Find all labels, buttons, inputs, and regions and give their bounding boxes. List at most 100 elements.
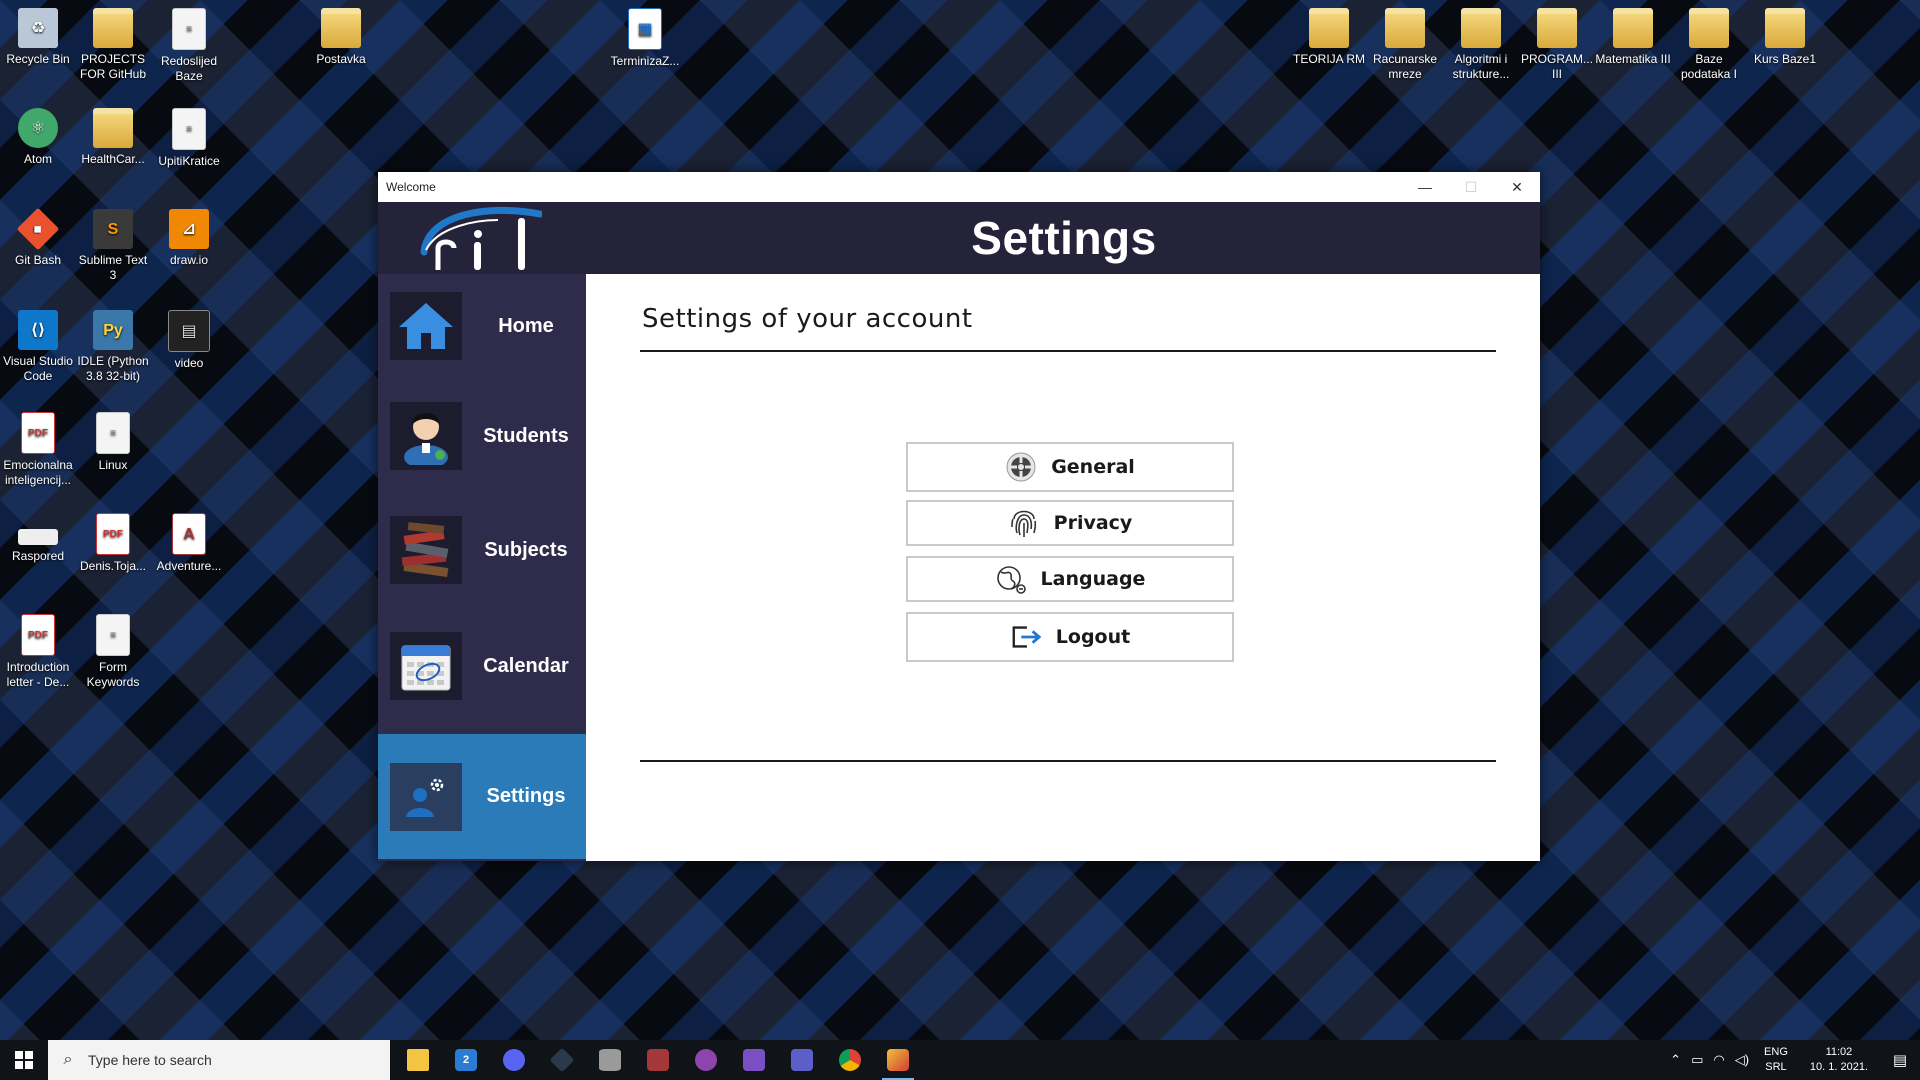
notification-icon[interactable]: ▤ xyxy=(1880,1051,1920,1069)
chevron-up-icon[interactable]: ⌃ xyxy=(1665,1052,1686,1068)
folder-icon xyxy=(321,8,361,48)
taskbar: ⌕ Type here to search 2 ⌃ ▭ ◠ ◁) ENG SRL… xyxy=(0,1040,1920,1080)
taskbar-search-input[interactable]: ⌕ Type here to search xyxy=(48,1040,390,1080)
battery-icon[interactable]: ▭ xyxy=(1686,1052,1708,1068)
close-button[interactable]: ✕ xyxy=(1494,172,1540,202)
desktop-icon-label: Linux xyxy=(98,458,128,472)
home-icon xyxy=(390,292,462,360)
desktop-icon-pdf-folder[interactable]: PROGRAM... III xyxy=(1519,8,1595,82)
desktop-icon-label: Raspored xyxy=(11,549,65,563)
desktop-icon-folder[interactable]: Matematika III xyxy=(1595,8,1671,67)
desktop-icon-folder[interactable]: PROJECTS FOR GitHub xyxy=(75,8,151,82)
desktop-icon-access[interactable]: A Adventure... xyxy=(151,513,227,574)
desktop-icon-zip-folder[interactable]: HealthCar... xyxy=(75,108,151,167)
clock-date: 10. 1. 2021. xyxy=(1809,1061,1868,1073)
desktop-icon-raspored[interactable]: Raspored xyxy=(0,513,76,564)
folder-icon xyxy=(93,8,133,48)
taskbar-app-discord[interactable] xyxy=(490,1040,538,1080)
desktop-icon-label: Introduction letter - De... xyxy=(6,660,70,689)
desktop-icon-label: Algoritmi i strukture... xyxy=(1452,52,1510,81)
atom-icon: ⚛ xyxy=(18,108,58,148)
sublime-text-icon: S xyxy=(93,209,133,249)
desktop-icon-idle[interactable]: Py IDLE (Python 3.8 32-bit) xyxy=(75,310,151,384)
sidebar-item-subjects[interactable]: Subjects xyxy=(378,510,586,590)
desktop-icon-label: Redoslijed Baze xyxy=(160,54,218,83)
desktop-icon-atom[interactable]: ⚛ Atom xyxy=(0,108,76,167)
desktop-icon-label: Emocionalna inteligencij... xyxy=(3,458,73,487)
sidebar-item-students[interactable]: Students xyxy=(378,396,586,476)
app-header: Settings xyxy=(378,202,1540,274)
taskbar-app-purple[interactable] xyxy=(682,1040,730,1080)
desktop-icon-drawio[interactable]: ⊿ draw.io xyxy=(151,209,227,268)
desktop-icon-sublime[interactable]: S Sublime Text 3 xyxy=(75,209,151,283)
pdf-icon: PDF xyxy=(21,614,55,656)
start-button[interactable] xyxy=(0,1040,48,1080)
windows-icon xyxy=(15,1051,33,1069)
desktop-icon-folder[interactable]: Racunarske mreze xyxy=(1367,8,1443,82)
sidebar-item-settings[interactable]: Settings xyxy=(378,734,586,859)
language-button[interactable]: Language xyxy=(906,556,1234,602)
desktop-icon-label: Matematika III xyxy=(1595,52,1671,66)
window-titlebar[interactable]: Welcome — ☐ ✕ xyxy=(378,172,1540,202)
desktop-icon-file[interactable]: ≡ UpitiKratice xyxy=(151,108,227,169)
window-title: Welcome xyxy=(386,180,436,194)
pdf-icon: PDF xyxy=(21,412,55,454)
general-button[interactable]: General xyxy=(906,442,1234,492)
language-indicator[interactable]: ENG SRL xyxy=(1754,1045,1798,1075)
privacy-button[interactable]: Privacy xyxy=(906,500,1234,546)
folder-icon xyxy=(1385,8,1425,48)
wifi-icon[interactable]: ◠ xyxy=(1708,1052,1729,1068)
logout-button-label: Logout xyxy=(1055,626,1131,648)
sidebar-item-home[interactable]: Home xyxy=(378,286,586,366)
desktop-icon-recycle-bin[interactable]: ♻ Recycle Bin xyxy=(0,8,76,67)
desktop-icon-label: Atom xyxy=(23,152,52,166)
desktop-icon-folder[interactable]: Algoritmi i strukture... xyxy=(1443,8,1519,82)
privacy-button-label: Privacy xyxy=(1053,512,1133,534)
logout-button[interactable]: Logout xyxy=(906,612,1234,662)
desktop-icon-label: Baze podataka I xyxy=(1680,52,1738,81)
app-window: Welcome — ☐ ✕ Settings Home Students Sub… xyxy=(378,172,1540,861)
desktop-icon-pdf[interactable]: PDF Denis.Toja... xyxy=(75,513,151,574)
desktop-icon-folder[interactable]: Kurs Baze1 xyxy=(1747,8,1823,67)
desktop-icon-folder[interactable]: TEORIJA RM xyxy=(1291,8,1367,67)
desktop-icon-pdf[interactable]: PDF Emocionalna inteligencij... xyxy=(0,412,76,488)
taskbar-app-teams[interactable] xyxy=(778,1040,826,1080)
desktop-icon-file[interactable]: ≡ Linux xyxy=(75,412,151,473)
document-icon: ≡ xyxy=(96,614,130,656)
desktop-icon-label: Postavka xyxy=(316,52,366,66)
folder-icon xyxy=(1461,8,1501,48)
discord-icon xyxy=(503,1049,525,1071)
desktop-icon-calendar-file[interactable]: ▦ TerminizaZ... xyxy=(607,8,683,69)
visual-studio-icon xyxy=(743,1049,765,1071)
taskbar-app-chrome[interactable] xyxy=(826,1040,874,1080)
taskbar-app-file-explorer[interactable] xyxy=(394,1040,442,1080)
desktop-icon-pdf[interactable]: PDF Introduction letter - De... xyxy=(0,614,76,690)
python-icon: Py xyxy=(93,310,133,350)
desktop-icon-label: IDLE (Python 3.8 32-bit) xyxy=(77,354,149,383)
document-icon: ≡ xyxy=(96,412,130,454)
desktop-icon-file[interactable]: ≡ Redoslijed Baze xyxy=(151,8,227,84)
desktop-icon-label: Denis.Toja... xyxy=(79,559,147,573)
desktop-icon-folder[interactable]: Postavka xyxy=(303,8,379,67)
taskbar-app-database[interactable] xyxy=(586,1040,634,1080)
access-icon: A xyxy=(172,513,206,555)
minimize-button[interactable]: — xyxy=(1402,172,1448,202)
desktop-icon-video[interactable]: ▤ video xyxy=(151,310,227,371)
clock[interactable]: 11:02 10. 1. 2021. xyxy=(1798,1045,1880,1075)
keyboard-layout: SRL xyxy=(1765,1061,1787,1073)
sidebar-item-calendar[interactable]: Calendar xyxy=(378,626,586,706)
sidebar-item-label: Calendar xyxy=(483,654,569,677)
taskbar-app-visual-studio[interactable] xyxy=(730,1040,778,1080)
taskbar-app-sourcetree[interactable] xyxy=(538,1040,586,1080)
taskbar-app-mail[interactable]: 2 xyxy=(442,1040,490,1080)
taskbar-app-access[interactable] xyxy=(634,1040,682,1080)
desktop-icon-git-bash[interactable]: ◆ Git Bash xyxy=(0,207,76,268)
desktop-icon-folder[interactable]: Baze podataka I xyxy=(1671,8,1747,82)
taskbar-app-winforms[interactable] xyxy=(874,1040,922,1080)
language-icon xyxy=(995,563,1027,595)
student-icon xyxy=(390,402,462,470)
desktop-icon-file[interactable]: ≡ Form Keywords xyxy=(75,614,151,690)
volume-icon[interactable]: ◁) xyxy=(1730,1052,1754,1068)
desktop-icon-vscode[interactable]: ⟨⟩ Visual Studio Code xyxy=(0,310,76,384)
desktop-icon-label: Adventure... xyxy=(156,559,222,573)
